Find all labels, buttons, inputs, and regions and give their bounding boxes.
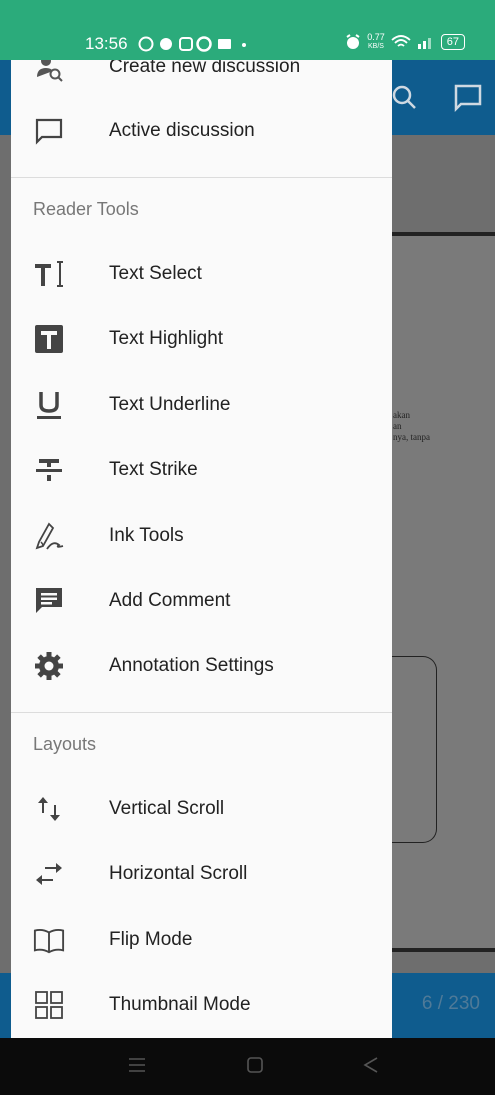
system-icons: 0.77 KB/S 67	[345, 33, 465, 51]
reader-tools-heading: Reader Tools	[33, 199, 139, 219]
battery-indicator: 67	[440, 34, 465, 50]
create-discussion-item[interactable]: Create new discussion	[11, 60, 392, 97]
chat-icon[interactable]	[453, 83, 483, 118]
home-nav-button[interactable]	[246, 1056, 264, 1080]
page-text: akan an nya, tanpa	[393, 410, 430, 442]
book-icon	[33, 924, 65, 956]
layouts-heading: Layouts	[33, 734, 97, 754]
text-select-label: Text Select	[109, 263, 202, 284]
thumbnail-mode-label: Thumbnail Mode	[109, 994, 251, 1015]
status-time: 13:56	[85, 34, 128, 53]
thumbnail-mode-item[interactable]: Thumbnail Mode	[11, 975, 392, 1035]
text-strike-item[interactable]: Text Strike	[11, 440, 392, 500]
text-select-item[interactable]: Text Select	[11, 244, 392, 304]
text-underline-label: Text Underline	[109, 394, 231, 415]
ink-tools-label: Ink Tools	[109, 525, 184, 546]
add-comment-item[interactable]: Add Comment	[11, 571, 392, 631]
create-discussion-label: Create new discussion	[109, 60, 301, 77]
active-discussion-label: Active discussion	[109, 120, 255, 141]
ink-tools-item[interactable]: Ink Tools	[11, 506, 392, 566]
annotation-settings-label: Annotation Settings	[109, 655, 274, 676]
text-highlight-item[interactable]: Text Highlight	[11, 309, 392, 369]
flip-mode-item[interactable]: Flip Mode	[11, 910, 392, 970]
document-page	[390, 232, 495, 952]
system-nav-bar	[0, 1038, 495, 1095]
text-underline-icon	[33, 389, 65, 421]
text-strike-label: Text Strike	[109, 459, 198, 480]
add-comment-label: Add Comment	[109, 590, 231, 611]
horizontal-scroll-item[interactable]: Horizontal Scroll	[11, 844, 392, 904]
text-highlight-label: Text Highlight	[109, 328, 224, 349]
menu-nav-button[interactable]	[128, 1056, 146, 1079]
horizontal-arrows-icon	[33, 858, 65, 890]
chat-bubble-icon	[33, 115, 65, 147]
text-select-icon	[33, 258, 65, 290]
text-underline-item[interactable]: Text Underline	[11, 375, 392, 435]
active-discussion-item[interactable]: Active discussion	[11, 101, 392, 161]
horizontal-scroll-label: Horizontal Scroll	[109, 863, 248, 884]
vertical-arrows-icon	[33, 793, 65, 825]
flip-mode-label: Flip Mode	[109, 929, 193, 950]
alarm-icon	[346, 34, 360, 49]
search-icon[interactable]	[390, 83, 418, 116]
grid-icon	[33, 989, 65, 1021]
vertical-scroll-label: Vertical Scroll	[109, 798, 225, 819]
text-highlight-icon	[33, 323, 65, 355]
divider	[11, 712, 392, 713]
annotation-settings-item[interactable]: Annotation Settings	[11, 636, 392, 696]
status-bar: 13:56 0.77 KB/S 67	[0, 0, 495, 60]
comment-icon	[33, 585, 65, 617]
add-user-icon	[33, 60, 65, 83]
wifi-icon	[391, 35, 411, 47]
page-indicator: 6 / 230	[421, 993, 480, 1014]
pen-icon	[33, 520, 65, 552]
vertical-scroll-item[interactable]: Vertical Scroll	[11, 779, 392, 839]
navigation-drawer: Create new discussion Active discussion …	[11, 60, 392, 1038]
divider	[11, 177, 392, 178]
back-nav-button[interactable]	[363, 1056, 379, 1080]
notification-icons	[138, 36, 248, 55]
gear-icon	[33, 650, 65, 682]
signal-icon	[417, 38, 431, 49]
text-strike-icon	[33, 454, 65, 486]
net-speed: 0.77 KB/S	[367, 32, 385, 51]
